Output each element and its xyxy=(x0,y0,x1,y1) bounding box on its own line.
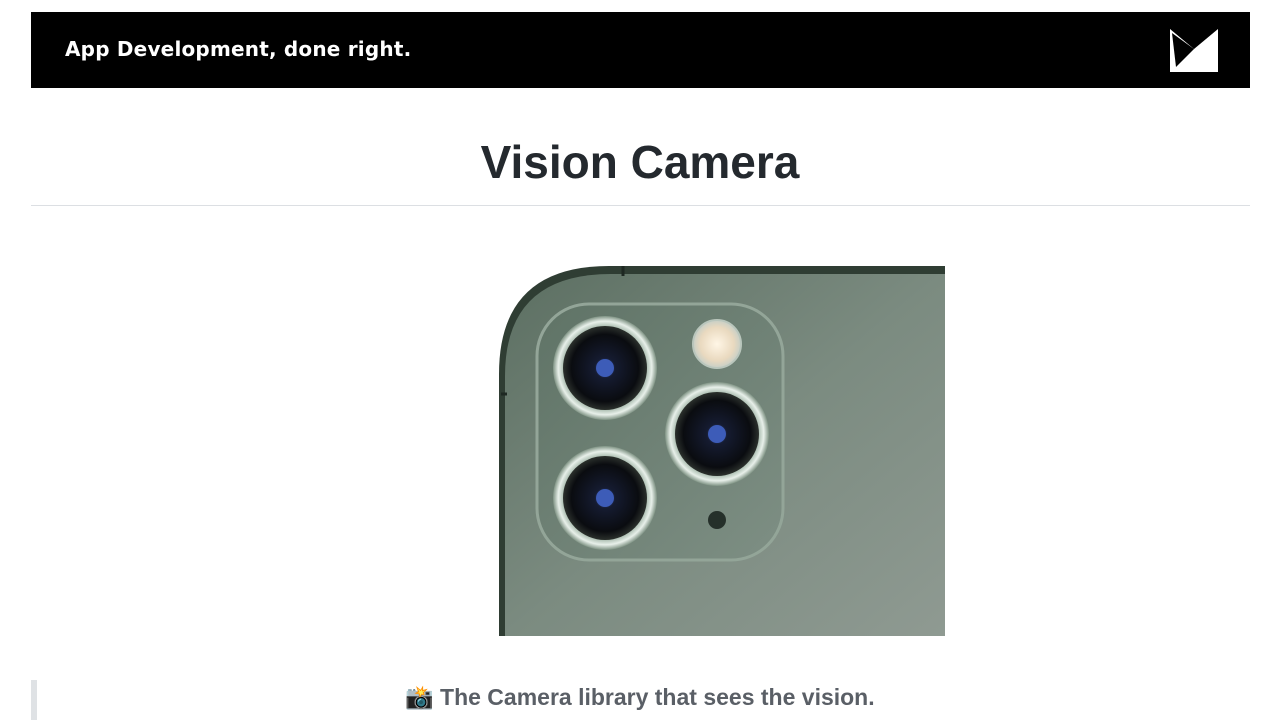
page-title: Vision Camera xyxy=(480,136,800,188)
mrousavy-logo-icon xyxy=(1170,29,1218,72)
tagline-text: The Camera library that sees the vision. xyxy=(440,684,875,710)
title-divider xyxy=(31,205,1250,206)
banner-text: App Development, done right. xyxy=(65,37,412,61)
header-banner[interactable]: App Development, done right. xyxy=(31,12,1250,88)
tagline: 📸 The Camera library that sees the vision… xyxy=(0,684,1280,711)
camera-flash-icon: 📸 xyxy=(405,685,435,711)
iphone-triple-camera-image xyxy=(499,264,945,636)
